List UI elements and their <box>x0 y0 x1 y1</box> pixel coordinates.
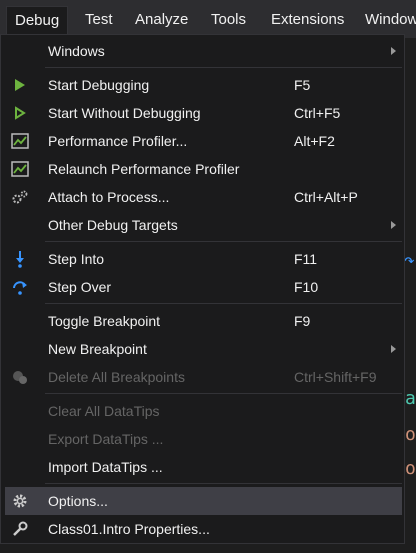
menu-item-label: Toggle Breakpoint <box>48 313 161 329</box>
step-into-icon <box>11 250 29 268</box>
menu-item-label: Relaunch Performance Profiler <box>48 161 240 177</box>
menu-item-shortcut: F11 <box>294 251 318 267</box>
delete-breakpoints-icon <box>11 368 29 386</box>
menu-item-label: Delete All Breakpoints <box>48 369 185 385</box>
wrench-icon <box>11 520 29 538</box>
menu-item-label: Import DataTips ... <box>48 459 163 475</box>
menu-item-step-over[interactable]: Step Over F10 <box>5 273 402 301</box>
menu-window[interactable]: Window <box>357 6 416 34</box>
menu-item-shortcut: Alt+F2 <box>294 133 335 149</box>
menu-item-label: Class01.Intro Properties... <box>48 521 210 537</box>
profiler-chart-icon <box>11 132 29 150</box>
menu-item-label: New Breakpoint <box>48 341 147 357</box>
menu-item-shortcut: F10 <box>294 279 319 295</box>
gear-icon <box>11 492 29 510</box>
menu-tools[interactable]: Tools <box>203 6 254 34</box>
menu-extensions[interactable]: Extensions <box>263 6 352 34</box>
menu-item-new-breakpoint[interactable]: New Breakpoint <box>5 335 402 363</box>
play-outline-icon <box>11 104 29 122</box>
menu-debug[interactable]: Debug <box>6 6 69 35</box>
menu-item-shortcut: F9 <box>294 313 311 329</box>
separator <box>45 241 402 242</box>
menu-item-import-datatips[interactable]: Import DataTips ... <box>5 453 402 481</box>
menu-item-relaunch-profiler[interactable]: Relaunch Performance Profiler <box>5 155 402 183</box>
gears-icon <box>11 188 29 206</box>
menu-item-properties[interactable]: Class01.Intro Properties... <box>5 515 402 543</box>
separator <box>45 483 402 484</box>
play-filled-icon <box>11 76 29 94</box>
menu-item-label: Windows <box>48 43 105 59</box>
menu-item-label: Step Into <box>48 251 105 267</box>
editor-glyph: o <box>405 424 416 445</box>
menu-item-clear-all-datatips[interactable]: Clear All DataTips <box>5 397 402 425</box>
menu-item-label: Start Without Debugging <box>48 105 201 121</box>
separator <box>45 393 402 394</box>
menu-item-step-into[interactable]: Step Into F11 <box>5 245 402 273</box>
submenu-arrow-icon <box>391 345 396 353</box>
menu-item-label: Other Debug Targets <box>48 217 178 233</box>
menu-item-toggle-breakpoint[interactable]: Toggle Breakpoint F9 <box>5 307 402 335</box>
menu-item-export-datatips[interactable]: Export DataTips ... <box>5 425 402 453</box>
menu-item-delete-all-breakpoints[interactable]: Delete All Breakpoints Ctrl+Shift+F9 <box>5 363 402 391</box>
menu-item-start-without-debugging[interactable]: Start Without Debugging Ctrl+F5 <box>5 99 402 127</box>
menu-item-label: Performance Profiler... <box>48 133 188 149</box>
menu-test[interactable]: Test <box>77 6 121 34</box>
editor-glyph: o <box>405 458 416 479</box>
editor-glyph: ↷ <box>404 250 415 271</box>
separator <box>45 303 402 304</box>
menu-bar: Debug Test Analyze Tools Extensions Wind… <box>0 0 416 38</box>
menu-item-shortcut: Ctrl+Shift+F9 <box>294 369 377 385</box>
menu-item-label: Attach to Process... <box>48 189 170 205</box>
menu-item-shortcut: Ctrl+F5 <box>294 105 341 121</box>
menu-item-other-debug-targets[interactable]: Other Debug Targets <box>5 211 402 239</box>
debug-dropdown-menu: Windows Start Debugging F5 Start Without… <box>0 34 405 544</box>
menu-item-shortcut: F5 <box>294 77 311 93</box>
profiler-chart-icon <box>11 160 29 178</box>
menu-item-shortcut: Ctrl+Alt+P <box>294 189 358 205</box>
menu-item-label: Start Debugging <box>48 77 150 93</box>
step-over-icon <box>11 278 29 296</box>
menu-item-label: Step Over <box>48 279 112 295</box>
menu-item-performance-profiler[interactable]: Performance Profiler... Alt+F2 <box>5 127 402 155</box>
menu-item-attach-to-process[interactable]: Attach to Process... Ctrl+Alt+P <box>5 183 402 211</box>
menu-item-windows[interactable]: Windows <box>5 37 402 65</box>
menu-item-start-debugging[interactable]: Start Debugging F5 <box>5 71 402 99</box>
menu-item-label: Export DataTips ... <box>48 431 164 447</box>
separator <box>45 67 402 68</box>
menu-analyze[interactable]: Analyze <box>127 6 196 34</box>
editor-glyph: a <box>405 388 416 409</box>
menu-item-label: Clear All DataTips <box>48 403 160 419</box>
menu-item-label: Options... <box>48 493 108 509</box>
submenu-arrow-icon <box>391 221 396 229</box>
submenu-arrow-icon <box>391 47 396 55</box>
menu-item-options[interactable]: Options... <box>5 487 402 515</box>
